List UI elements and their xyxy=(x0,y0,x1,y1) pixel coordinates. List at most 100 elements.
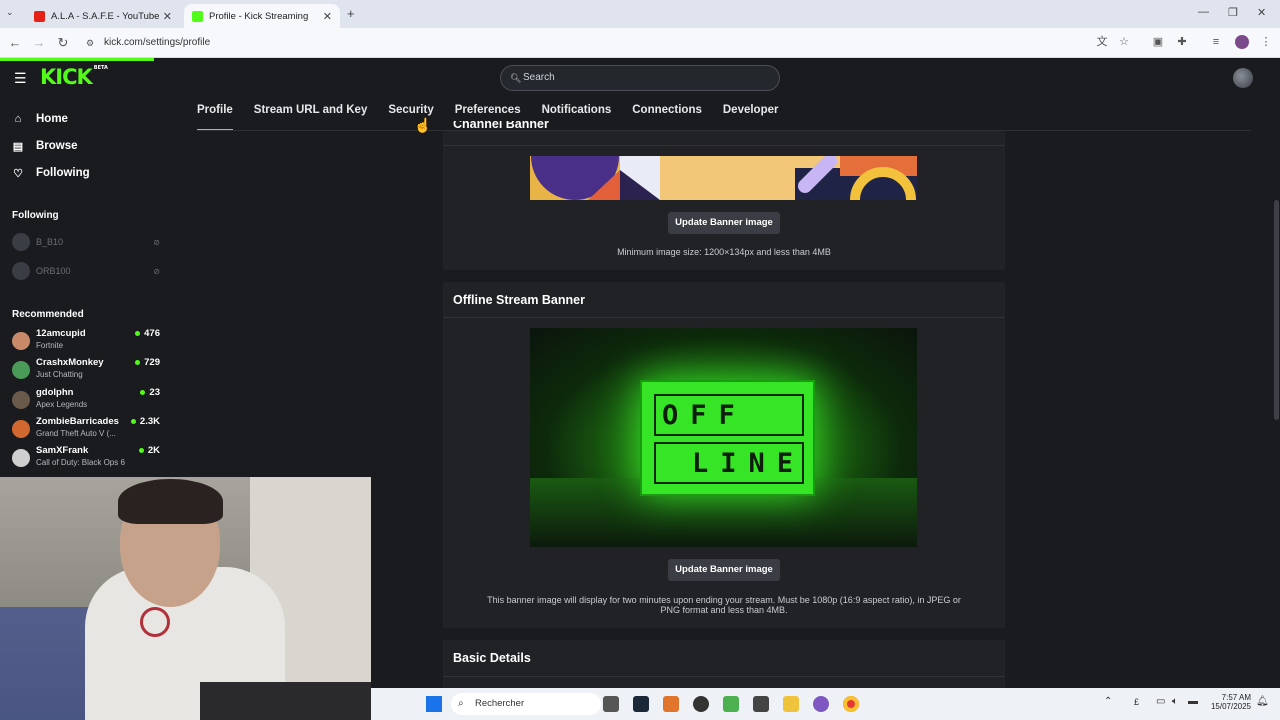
menu-kebab-icon[interactable]: ⋮ xyxy=(1258,34,1274,50)
hamburger-menu-icon[interactable]: ☰ xyxy=(14,70,27,87)
sidebar-item-label: Following xyxy=(36,167,90,179)
close-icon[interactable]: ✕ xyxy=(163,10,172,23)
recommended-channel[interactable]: ZombieBarricades Grand Theft Auto V (...… xyxy=(12,416,160,442)
tab-stream-url-and-key[interactable]: Stream URL and Key xyxy=(254,104,368,130)
search-icon: ⌕ xyxy=(458,698,464,709)
browser-tab-youtube[interactable]: A.L.A - S.A.F.E - YouTube ✕ xyxy=(26,4,180,28)
tab-title: A.L.A - S.A.F.E - YouTube xyxy=(51,10,160,22)
app-icon[interactable] xyxy=(663,696,679,712)
recommended-channel[interactable]: gdolphn Apex Legends 23 xyxy=(12,387,160,413)
sidebar-item-following[interactable]: ♡ Following xyxy=(12,163,90,183)
viewer-count-value: 23 xyxy=(149,387,160,398)
sidebar-item-label: Browse xyxy=(36,140,78,152)
channel-banner-note: Minimum image size: 1200×134px and less … xyxy=(617,247,831,257)
page-scrollbar[interactable] xyxy=(1274,200,1279,420)
tab-developer[interactable]: Developer xyxy=(723,104,779,130)
channel-name: ZombieBarricades xyxy=(36,416,119,427)
live-dot-icon xyxy=(135,359,141,365)
battery-icon[interactable]: ▬ xyxy=(1188,696,1198,707)
recommended-channel[interactable]: CrashxMonkey Just Chatting 729 xyxy=(12,357,160,383)
viewer-count: 476 xyxy=(135,328,160,339)
search-placeholder: Search xyxy=(523,72,555,83)
media-control-icon[interactable]: ≡ xyxy=(1208,34,1224,50)
heart-icon: ♡ xyxy=(13,167,23,180)
new-tab-icon[interactable]: + xyxy=(347,6,355,21)
offline-icon: ⊘ xyxy=(153,266,160,276)
offline-banner-note-line: This banner image will display for two m… xyxy=(487,595,961,605)
close-icon[interactable]: ✕ xyxy=(323,10,332,23)
channel-category: Fortnite xyxy=(36,341,64,350)
taskbar-clock[interactable]: 7:57 AM 15/07/2025 xyxy=(1207,693,1251,711)
channel-name: CrashxMonkey xyxy=(36,357,104,368)
following-channel[interactable]: ORB100 ⊘ xyxy=(12,261,160,281)
webcam-shirt-logo xyxy=(140,607,170,637)
back-icon[interactable]: ← xyxy=(6,34,24,52)
browser-tab-kick[interactable]: Profile - Kick Streaming ✕ xyxy=(184,4,340,28)
clock-date: 15/07/2025 xyxy=(1210,702,1251,711)
task-view-icon[interactable] xyxy=(603,696,619,712)
app-icon[interactable] xyxy=(813,696,829,712)
following-heading: Following xyxy=(12,210,59,221)
beta-badge: BETA xyxy=(93,65,108,71)
update-channel-banner-button[interactable]: Update Banner image xyxy=(668,212,780,234)
channel-name: B_B10 xyxy=(36,237,64,247)
language-icon[interactable]: £ xyxy=(1134,697,1139,707)
window-close-icon[interactable]: ✕ xyxy=(1257,6,1266,19)
forward-icon[interactable]: → xyxy=(30,34,48,52)
extension-badge-icon[interactable]: ▣ xyxy=(1150,34,1166,50)
extensions-icon[interactable]: ✚ xyxy=(1174,34,1190,50)
browser-tab-bar: ⌄ A.L.A - S.A.F.E - YouTube ✕ Profile - … xyxy=(0,0,1280,28)
channel-name: gdolphn xyxy=(36,387,74,398)
update-offline-banner-button[interactable]: Update Banner image xyxy=(668,559,780,581)
logo-text: KICK xyxy=(40,65,93,89)
channel-category: Just Chatting xyxy=(36,370,83,379)
address-bar[interactable]: ⚙ kick.com/settings/profile xyxy=(80,33,1140,53)
bookmark-star-icon[interactable]: ☆ xyxy=(1116,34,1132,50)
tab-profile[interactable]: Profile xyxy=(197,104,233,131)
app-icon[interactable] xyxy=(723,696,739,712)
recommended-channel[interactable]: 12amcupid Fortnite 476 xyxy=(12,328,160,354)
sidebar-item-label: Home xyxy=(36,113,68,125)
user-avatar[interactable] xyxy=(1233,68,1253,88)
notification-bell-icon[interactable]: 🔔︎ xyxy=(1256,696,1269,707)
taskbar-search[interactable]: ⌕ Rechercher xyxy=(451,693,601,715)
sidebar-item-home[interactable]: ⌂ Home xyxy=(12,109,68,129)
viewer-count: 2.3K xyxy=(130,416,160,427)
offline-sign: OFF LINE xyxy=(640,380,815,496)
network-icon[interactable]: ▭ xyxy=(1156,696,1165,707)
profile-avatar-icon[interactable] xyxy=(1235,35,1249,49)
channel-name: ORB100 xyxy=(36,266,71,276)
windows-taskbar: ⌕ Rechercher ⌃ £ ▭ 🔈︎ ▬ 7:57 AM 15/07/20… xyxy=(371,688,1280,720)
avatar xyxy=(12,332,30,350)
tray-chevron-icon[interactable]: ⌃ xyxy=(1104,696,1112,707)
windows-start-icon[interactable] xyxy=(426,696,442,712)
webcam-overlay xyxy=(0,477,371,720)
channel-banner-image xyxy=(530,156,917,200)
search-input[interactable]: 🔍︎ Search xyxy=(500,65,780,91)
home-icon: ⌂ xyxy=(14,113,22,125)
viewer-count: 23 xyxy=(140,387,160,398)
reload-icon[interactable]: ↻ xyxy=(54,34,72,52)
card-divider xyxy=(443,317,1005,318)
tab-list-chevron-icon[interactable]: ⌄ xyxy=(6,7,14,18)
following-channel[interactable]: B_B10 ⊘ xyxy=(12,232,160,252)
offline-banner-heading: Offline Stream Banner xyxy=(453,293,585,307)
viewer-count-value: 2K xyxy=(147,445,160,456)
translate-icon[interactable]: 文 xyxy=(1094,34,1110,50)
recommended-heading: Recommended xyxy=(12,309,84,320)
sidebar-item-browse[interactable]: ▤ Browse xyxy=(12,136,78,156)
viewer-count: 729 xyxy=(135,357,160,368)
chrome-icon[interactable] xyxy=(843,696,859,712)
offline-icon: ⊘ xyxy=(153,237,160,247)
volume-icon[interactable]: 🔈︎ xyxy=(1172,696,1178,707)
steam-icon[interactable] xyxy=(633,696,649,712)
file-explorer-icon[interactable] xyxy=(783,696,799,712)
kick-logo[interactable]: KICK BETA xyxy=(40,65,108,89)
site-info-icon[interactable]: ⚙ xyxy=(86,33,94,53)
obs-icon[interactable] xyxy=(693,696,709,712)
minimize-icon[interactable]: — xyxy=(1198,6,1209,18)
recommended-channel[interactable]: SamXFrank Call of Duty: Black Ops 6 2K xyxy=(12,445,160,471)
app-icon[interactable] xyxy=(753,696,769,712)
avatar xyxy=(12,391,30,409)
restore-icon[interactable]: ❐ xyxy=(1228,6,1238,19)
